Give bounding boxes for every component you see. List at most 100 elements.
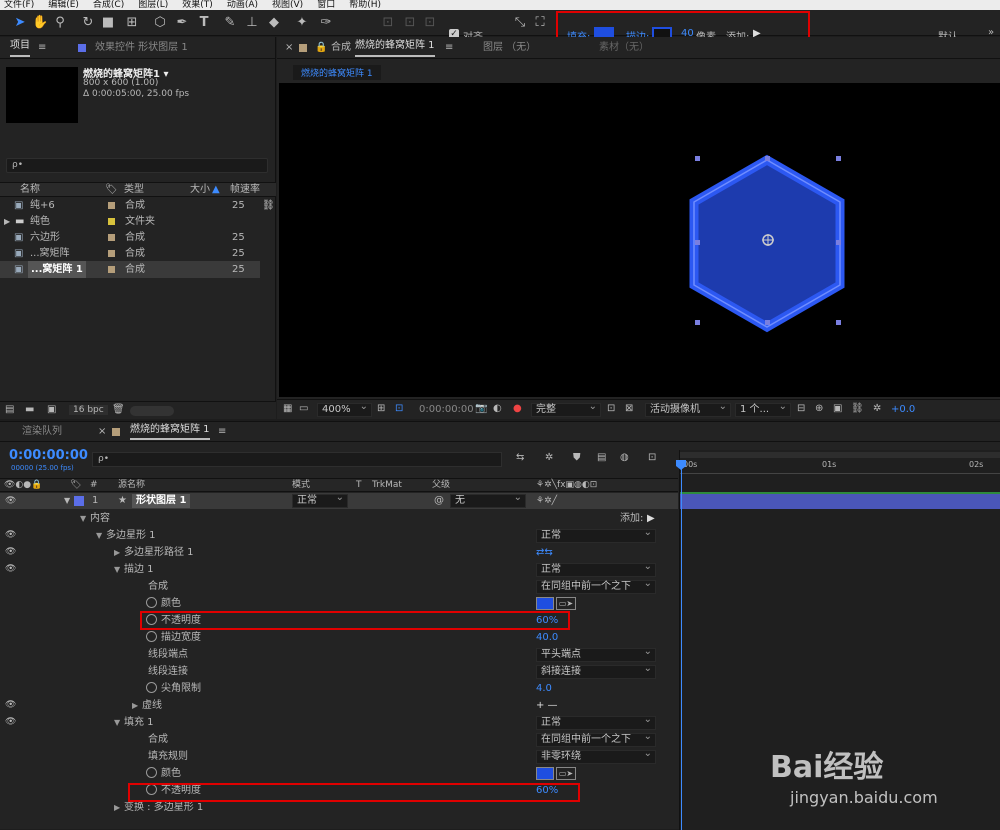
stopwatch-icon[interactable] [146, 596, 157, 608]
visibility-eye-icon[interactable]: 👁 [5, 527, 16, 544]
layer-switches-icon[interactable]: ⚘✲╱ [536, 493, 557, 509]
stroke-mode-dropdown[interactable]: 正常 [536, 561, 656, 577]
add-arrow-icon[interactable]: ▶ [647, 510, 655, 527]
parent-pickwhip-icon[interactable]: @ [434, 493, 444, 509]
composite-dropdown[interactable]: 在同组中前一个之下 [536, 578, 656, 594]
layer-label-color[interactable] [74, 496, 84, 506]
monitor-icon[interactable]: ▭ [299, 403, 308, 414]
expand-arrow-icon[interactable]: ▶ [114, 544, 124, 561]
flowchart-icon[interactable]: ⛓ [262, 197, 275, 214]
menu-layer[interactable]: 图层(L) [138, 0, 168, 10]
project-item[interactable]: ▣ 六边形 合成 25 [0, 229, 260, 246]
snapshot-icon[interactable]: 📷 [475, 403, 487, 414]
project-item[interactable]: ▣ ...窝矩阵 合成 25 [0, 245, 260, 262]
fast-preview-icon[interactable]: ⊕ [815, 403, 823, 414]
fill-mode-dropdown[interactable]: 正常 [536, 714, 656, 730]
collapse-arrow-icon[interactable]: ▼ [114, 561, 124, 578]
work-area-bar[interactable] [680, 452, 1000, 458]
mask-visibility-icon[interactable]: ⊡ [395, 403, 403, 414]
av-switches-icon[interactable]: 👁◐●🔒 [4, 479, 42, 491]
views-dropdown[interactable]: 1 个... [735, 401, 791, 417]
rotate-tool-icon[interactable]: ↻ [80, 15, 96, 31]
col-mode[interactable]: 模式 [292, 479, 310, 491]
collapse-arrow-icon[interactable]: ▼ [114, 714, 124, 731]
always-preview-icon[interactable]: ▦ [283, 403, 292, 414]
tab-render-queue[interactable]: 渲染队列 [22, 422, 62, 442]
stroke-width-value[interactable]: 40.0 [536, 629, 558, 646]
toggle-pixel-icon[interactable]: ⊟ [797, 403, 805, 414]
camera-tool-icon[interactable]: ■ [100, 15, 116, 31]
project-item[interactable]: ▣ 纯+6 合成 25 ⛓ [0, 197, 275, 214]
visibility-eye-icon[interactable]: 👁 [5, 544, 16, 561]
fill-rule-dropdown[interactable]: 非零环绕 [536, 748, 656, 764]
layer-duration-bar[interactable] [680, 493, 1000, 509]
visibility-eye-icon[interactable]: 👁 [5, 697, 16, 714]
comp-mini-flowchart-icon[interactable]: ⇆ [516, 452, 524, 463]
interpret-footage-icon[interactable]: ▤ [5, 404, 14, 415]
brush-tool-icon[interactable]: ✎ [222, 15, 238, 31]
new-comp-icon[interactable]: ▣ [47, 404, 56, 415]
flowchart-icon[interactable]: ⛓ [851, 403, 864, 414]
col-t[interactable]: T [356, 479, 362, 491]
property-row[interactable]: 👁 ▶ 虚线 + — [0, 697, 678, 714]
expand-arrow-icon[interactable]: ▶ [132, 697, 142, 714]
layer-mode-dropdown[interactable]: 正常 [292, 492, 348, 508]
menu-view[interactable]: 视图(V) [272, 0, 303, 10]
menu-composition[interactable]: 合成(C) [93, 0, 124, 10]
tab-comp-label[interactable]: 合成 [331, 37, 351, 59]
axis-view-icon[interactable]: ⊡ [422, 15, 438, 31]
current-time-indicator[interactable] [681, 460, 682, 830]
tab-menu-icon[interactable]: ≡ [38, 37, 46, 59]
stopwatch-icon[interactable] [146, 630, 157, 642]
menu-help[interactable]: 帮助(H) [349, 0, 381, 10]
project-item[interactable]: ▶ ▬ 纯色 文件夹 [0, 213, 260, 230]
path-direction-icon[interactable]: ⇄⇆ [536, 544, 553, 561]
timeline-icon[interactable]: ▣ [833, 403, 842, 414]
resolution-dropdown[interactable]: 完整 [531, 401, 601, 417]
col-source-name[interactable]: 源名称 [118, 479, 145, 491]
stamp-tool-icon[interactable]: ⊥ [244, 15, 260, 31]
miter-limit-value[interactable]: 4.0 [536, 680, 552, 697]
property-row[interactable]: 合成 在同组中前一个之下 [0, 578, 678, 595]
parent-dropdown[interactable]: 无 [450, 492, 526, 508]
comp-breadcrumb[interactable]: 燃烧的蜂窝矩阵 1 [293, 65, 381, 80]
polygon-tool-icon[interactable]: ⬡ [152, 15, 168, 31]
pan-behind-tool-icon[interactable]: ⊞ [124, 15, 140, 31]
visibility-eye-icon[interactable]: 👁 [5, 714, 16, 731]
eraser-tool-icon[interactable]: ◆ [266, 15, 282, 31]
tab-layer[interactable]: 图层 （无） [483, 37, 536, 59]
menu-effect[interactable]: 效果(T) [182, 0, 213, 10]
time-ruler[interactable]: 00s 01s 02s [680, 460, 1000, 474]
stroke-color-swatch[interactable] [536, 597, 554, 610]
fill-composite-dropdown[interactable]: 在同组中前一个之下 [536, 731, 656, 747]
stopwatch-icon[interactable] [146, 681, 157, 693]
viewer-timecode[interactable]: 0:00:00:00 [419, 404, 474, 415]
property-row[interactable]: 尖角限制 4.0 [0, 680, 678, 697]
label-col-icon[interactable]: 🏷 [70, 479, 81, 491]
snap-center-icon[interactable]: ⛶ [532, 15, 548, 31]
trash-icon[interactable]: 🗑 [112, 404, 125, 415]
hand-tool-icon[interactable]: ✋ [32, 15, 48, 31]
transparency-grid-icon[interactable]: ⊠ [625, 403, 633, 414]
eyedropper-icon[interactable]: ▭➤ [556, 767, 576, 780]
snap-edge-icon[interactable]: ⤡ [512, 15, 528, 31]
composition-canvas[interactable] [279, 83, 1000, 397]
col-trkmat[interactable]: TrkMat [372, 479, 402, 491]
property-row[interactable]: 填充规则 非零环绕 [0, 748, 678, 765]
tab-timeline-comp[interactable]: 燃烧的蜂窝矩阵 1 [130, 422, 210, 440]
tab-footage[interactable]: 素材（无） [599, 37, 649, 59]
col-type[interactable]: 类型 [124, 183, 144, 196]
motion-blur-icon[interactable]: ◍ [620, 452, 629, 463]
property-row[interactable]: 👁 ▶ 多边星形路径 1 ⇄⇆ [0, 544, 678, 561]
menu-file[interactable]: 文件(F) [4, 0, 34, 10]
layer-row[interactable]: 👁 ▼ 1 ★ 形状图层 1 正常 @ 无 ⚘✲╱ [0, 492, 678, 509]
region-interest-icon[interactable]: ⊡ [607, 403, 615, 414]
project-search-input[interactable]: ρ• [6, 158, 268, 173]
line-cap-dropdown[interactable]: 平头端点 [536, 646, 656, 662]
label-col-icon[interactable]: 🏷 [105, 183, 118, 196]
exposure-icon[interactable]: ✲ [873, 403, 881, 414]
collapse-arrow-icon[interactable]: ▼ [64, 493, 70, 509]
tab-menu-icon[interactable]: ≡ [445, 37, 453, 59]
shy-layers-icon[interactable]: ⛊ [573, 452, 581, 463]
exposure-value[interactable]: +0.0 [891, 404, 915, 415]
